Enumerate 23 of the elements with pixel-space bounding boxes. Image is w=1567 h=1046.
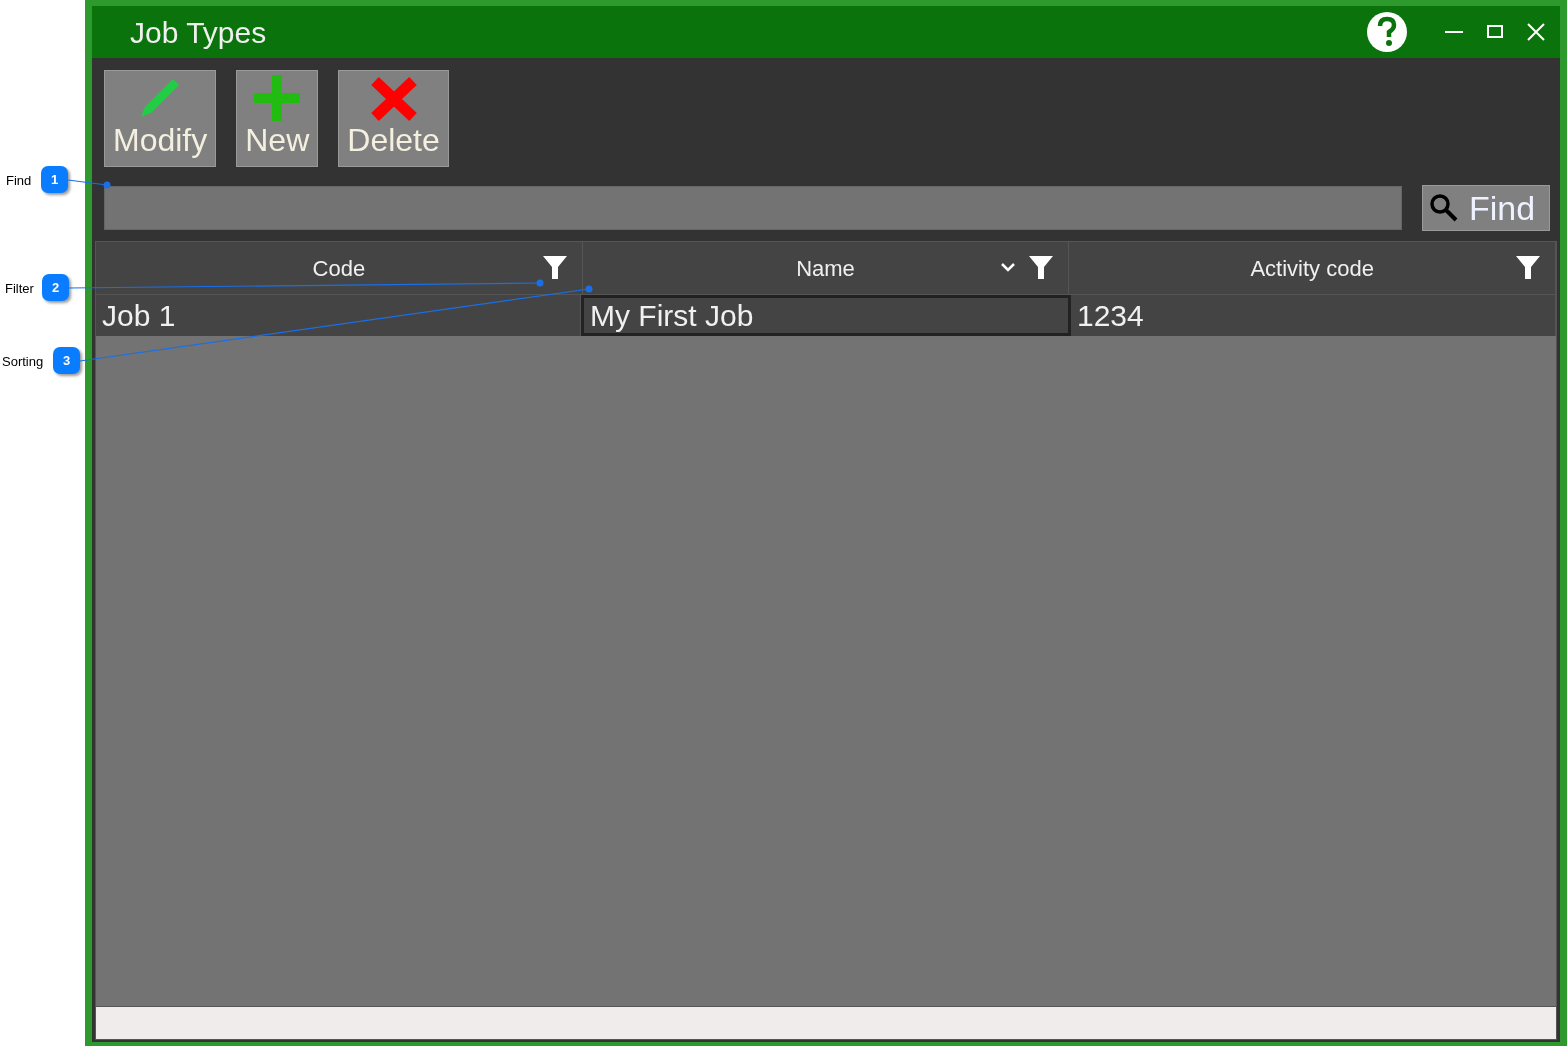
filter-icon[interactable] [1028,254,1055,280]
filter-icon[interactable] [1515,254,1541,280]
toolbar-button[interactable]: Modify [104,70,217,167]
window-title: Job Types [130,14,267,51]
toolbar-button[interactable]: Delete [338,70,449,167]
leader-line [67,179,111,189]
help-icon[interactable] [1366,11,1408,53]
callout-label: Find [6,172,32,190]
callout-badge: 2 [42,274,69,301]
table-cell: My First Job [581,295,1071,336]
callout-label: Sorting [2,353,44,371]
search-icon [1429,193,1459,223]
find-button[interactable]: Find [1422,185,1550,231]
toolbar-button[interactable]: New [236,70,319,167]
plus-icon [252,75,303,121]
close-icon[interactable] [1526,22,1546,42]
callout-label: Filter [5,280,34,298]
maximize-icon[interactable] [1486,23,1504,41]
callout-badge: 1 [41,166,68,193]
callout-badge: 3 [53,347,80,374]
sort-chevron-icon[interactable] [1000,261,1017,273]
filter-icon[interactable] [541,254,568,280]
search-field[interactable] [104,186,1402,230]
